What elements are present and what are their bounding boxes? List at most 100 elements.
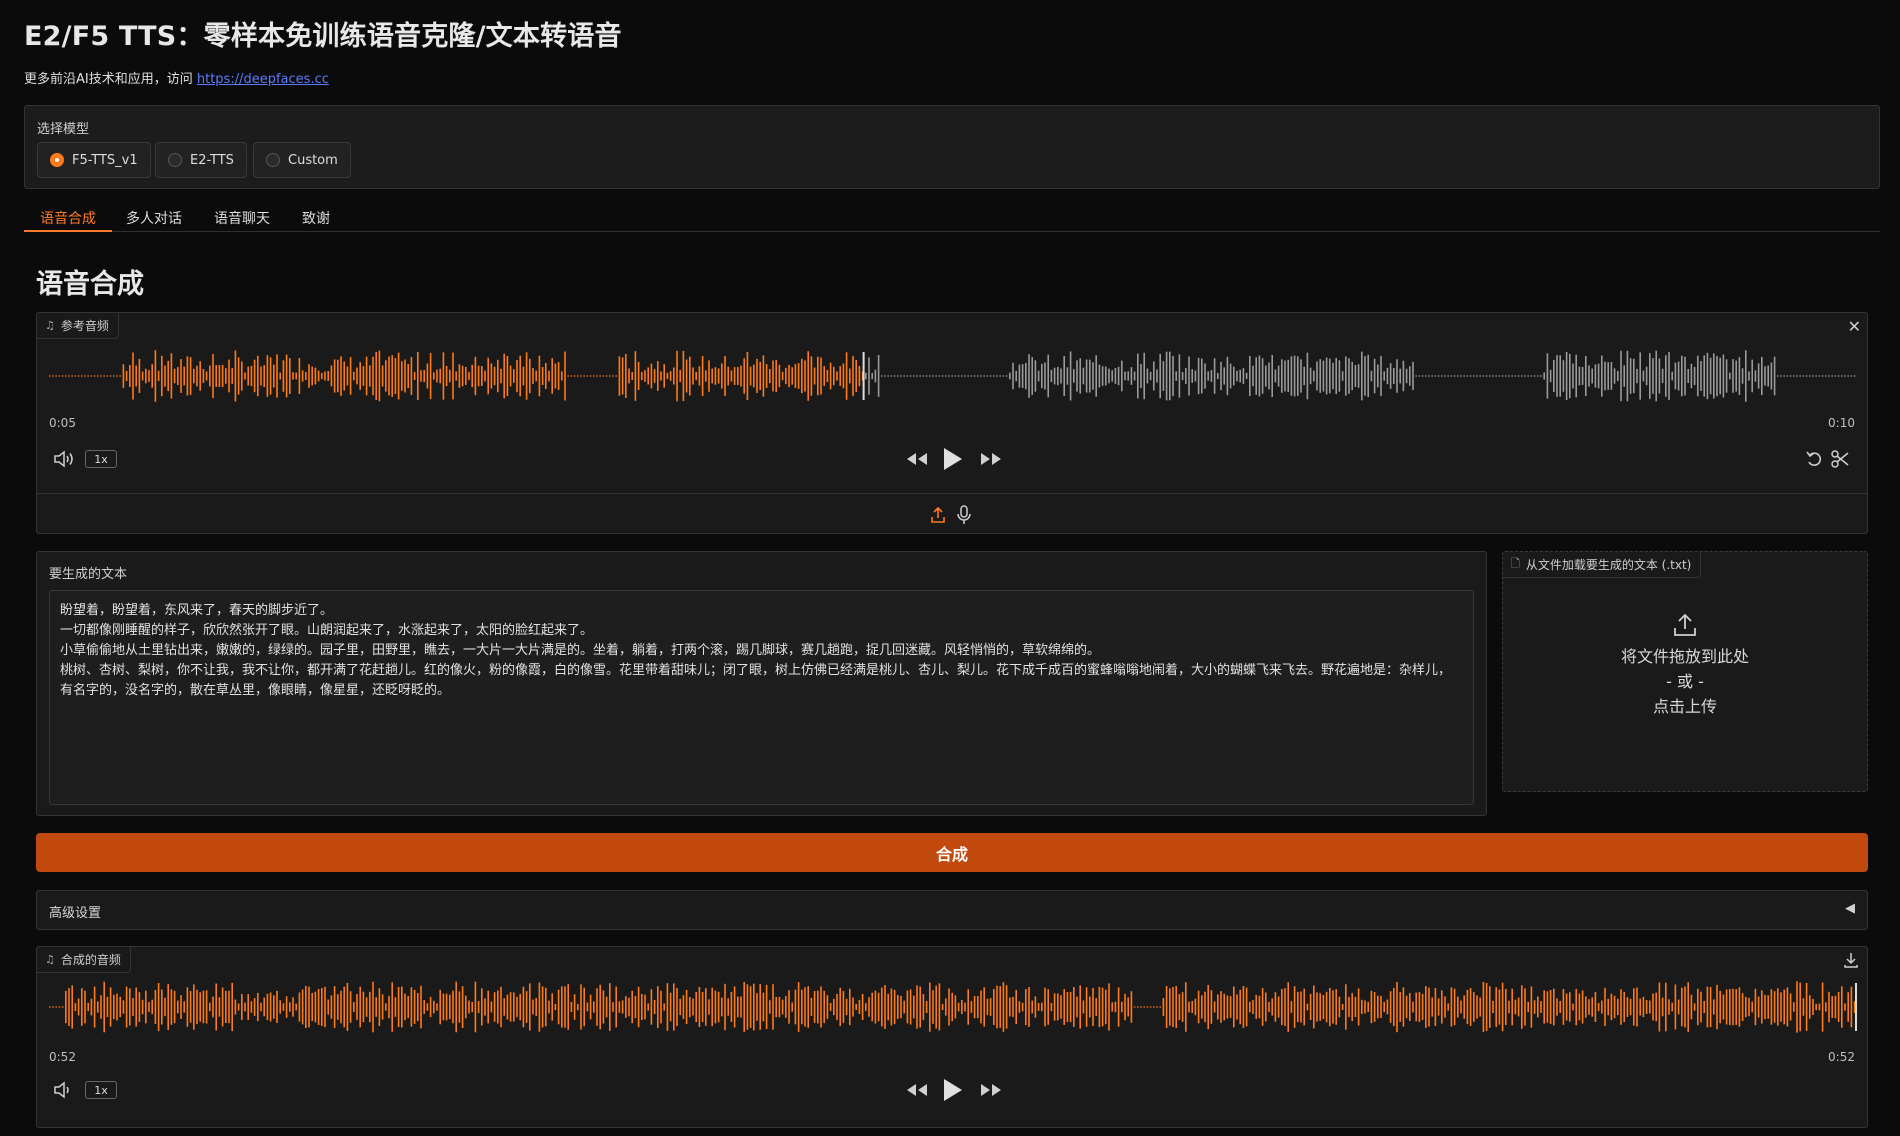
scissors-icon[interactable] [1830,450,1850,468]
waveform-bar [538,982,541,1032]
playback-speed-button[interactable]: 1x [85,1081,117,1099]
waveform-bar [74,375,77,377]
waveform-bar [1146,1006,1149,1008]
waveform-bar [1306,1003,1309,1011]
waveform-bar [404,993,406,1021]
playhead-cursor[interactable] [1855,983,1857,1031]
tab-credits[interactable]: 致谢 [286,202,346,232]
playback-speed-button[interactable]: 1x [85,450,117,468]
waveform-bar [1329,987,1331,1027]
waveform-bar [532,999,534,1015]
tab-speech-synthesis[interactable]: 语音合成 [24,202,112,232]
text-file-upload-panel[interactable]: 🗋 从文件加载要生成的文本 (.txt) 将文件拖放到此处 - 或 - 点击上传 [1502,551,1868,792]
waveform-bar [573,994,576,1020]
waveform-bar [1149,1006,1152,1008]
reference-audio-footer [37,493,1867,534]
output-waveform[interactable] [49,977,1857,1037]
waveform-bar [445,993,448,1021]
waveform-bar [983,375,985,377]
waveform-bar [397,987,400,1027]
waveform-bar [1348,997,1350,1017]
waveform-bar [1098,364,1101,388]
waveform-bar [577,1003,579,1011]
volume-icon[interactable] [53,1081,75,1099]
waveform-bar [413,989,416,1024]
waveform-bar [570,375,573,377]
gen-text-input[interactable]: 盼望着，盼望着，东风来了，春天的脚步近了。 一切都像刚睡醒的样子，欣欣然张开了眼… [49,590,1474,805]
waveform-bar [1268,1002,1270,1012]
tab-voice-chat[interactable]: 语音聊天 [198,202,286,232]
waveform-bar [241,361,243,391]
tab-multi-speaker[interactable]: 多人对话 [110,202,198,232]
play-icon[interactable] [940,1077,964,1103]
radio-f5-tts-v1[interactable]: F5-TTS_v1 [37,142,151,178]
reference-waveform[interactable] [49,346,1857,406]
waveform-bar [1322,360,1325,392]
undo-icon[interactable] [1805,450,1825,468]
file-drop-zone[interactable]: 将文件拖放到此处 - 或 - 点击上传 [1503,612,1867,719]
upload-icon[interactable] [930,506,946,524]
rewind-icon[interactable] [905,1081,929,1099]
waveform-bar [884,375,886,377]
waveform-bar [1197,357,1200,395]
waveform-bar [170,353,173,399]
waveform-bar [845,352,848,400]
waveform-bar [685,359,688,393]
synthesize-button[interactable]: 合成 [36,833,1868,872]
fast-forward-icon[interactable] [979,450,1003,468]
waveform-bar [618,356,621,396]
radio-custom[interactable]: Custom [253,142,351,178]
waveform-bar [1373,992,1376,1022]
waveform-bar [365,997,368,1017]
waveform-bar [682,995,685,1019]
waveform-bar [1105,989,1107,1025]
waveform-bar [343,361,345,391]
rewind-icon[interactable] [905,450,929,468]
waveform-bar [1185,368,1187,384]
radio-e2-tts[interactable]: E2-TTS [155,142,247,178]
waveform-bar [1428,375,1430,377]
play-icon[interactable] [940,446,964,472]
advanced-settings-accordion[interactable]: 高级设置 ◀ [36,890,1868,930]
waveform-bar [970,375,973,377]
waveform-bar [1156,369,1158,383]
playhead-cursor[interactable] [862,352,865,400]
fast-forward-icon[interactable] [979,1081,1003,1099]
waveform-bar [1233,366,1235,386]
waveform-bar [913,375,915,377]
waveform-bar [855,360,857,392]
close-icon[interactable]: ✕ [1848,317,1861,336]
deepfaces-link[interactable]: https://deepfaces.cc [197,72,329,87]
volume-icon[interactable] [53,450,75,468]
waveform-bar [1357,364,1360,388]
waveform-bar [106,375,109,377]
waveform-bar [855,1003,857,1011]
waveform-bar [1421,993,1424,1020]
waveform-bar [106,996,109,1017]
waveform-bar [692,998,694,1016]
waveform-bar [1482,982,1485,1032]
radio-checked-icon [50,153,64,167]
waveform-bar [474,981,477,1033]
waveform-bar [1370,990,1373,1024]
waveform-bar [433,372,435,380]
waveform-bar [602,375,605,377]
waveform-bar [301,989,304,1025]
waveform-bar [871,372,873,380]
waveform-bar [759,984,761,1030]
download-icon[interactable] [1843,951,1859,969]
waveform-bar [330,365,333,387]
waveform-bar [967,375,969,377]
waveform-bar [973,375,976,377]
waveform-bar [401,986,403,1028]
waveform-bar [71,985,73,1029]
waveform-bar [1761,990,1763,1024]
waveform-bar [1700,991,1702,1023]
waveform-bar [314,991,317,1023]
waveform-bar [477,1000,480,1014]
microphone-icon[interactable] [957,505,971,525]
waveform-bar [113,994,115,1020]
waveform-bar [465,995,467,1019]
collapse-arrow-icon[interactable]: ◀ [1845,901,1855,916]
waveform-bar [1668,999,1670,1015]
